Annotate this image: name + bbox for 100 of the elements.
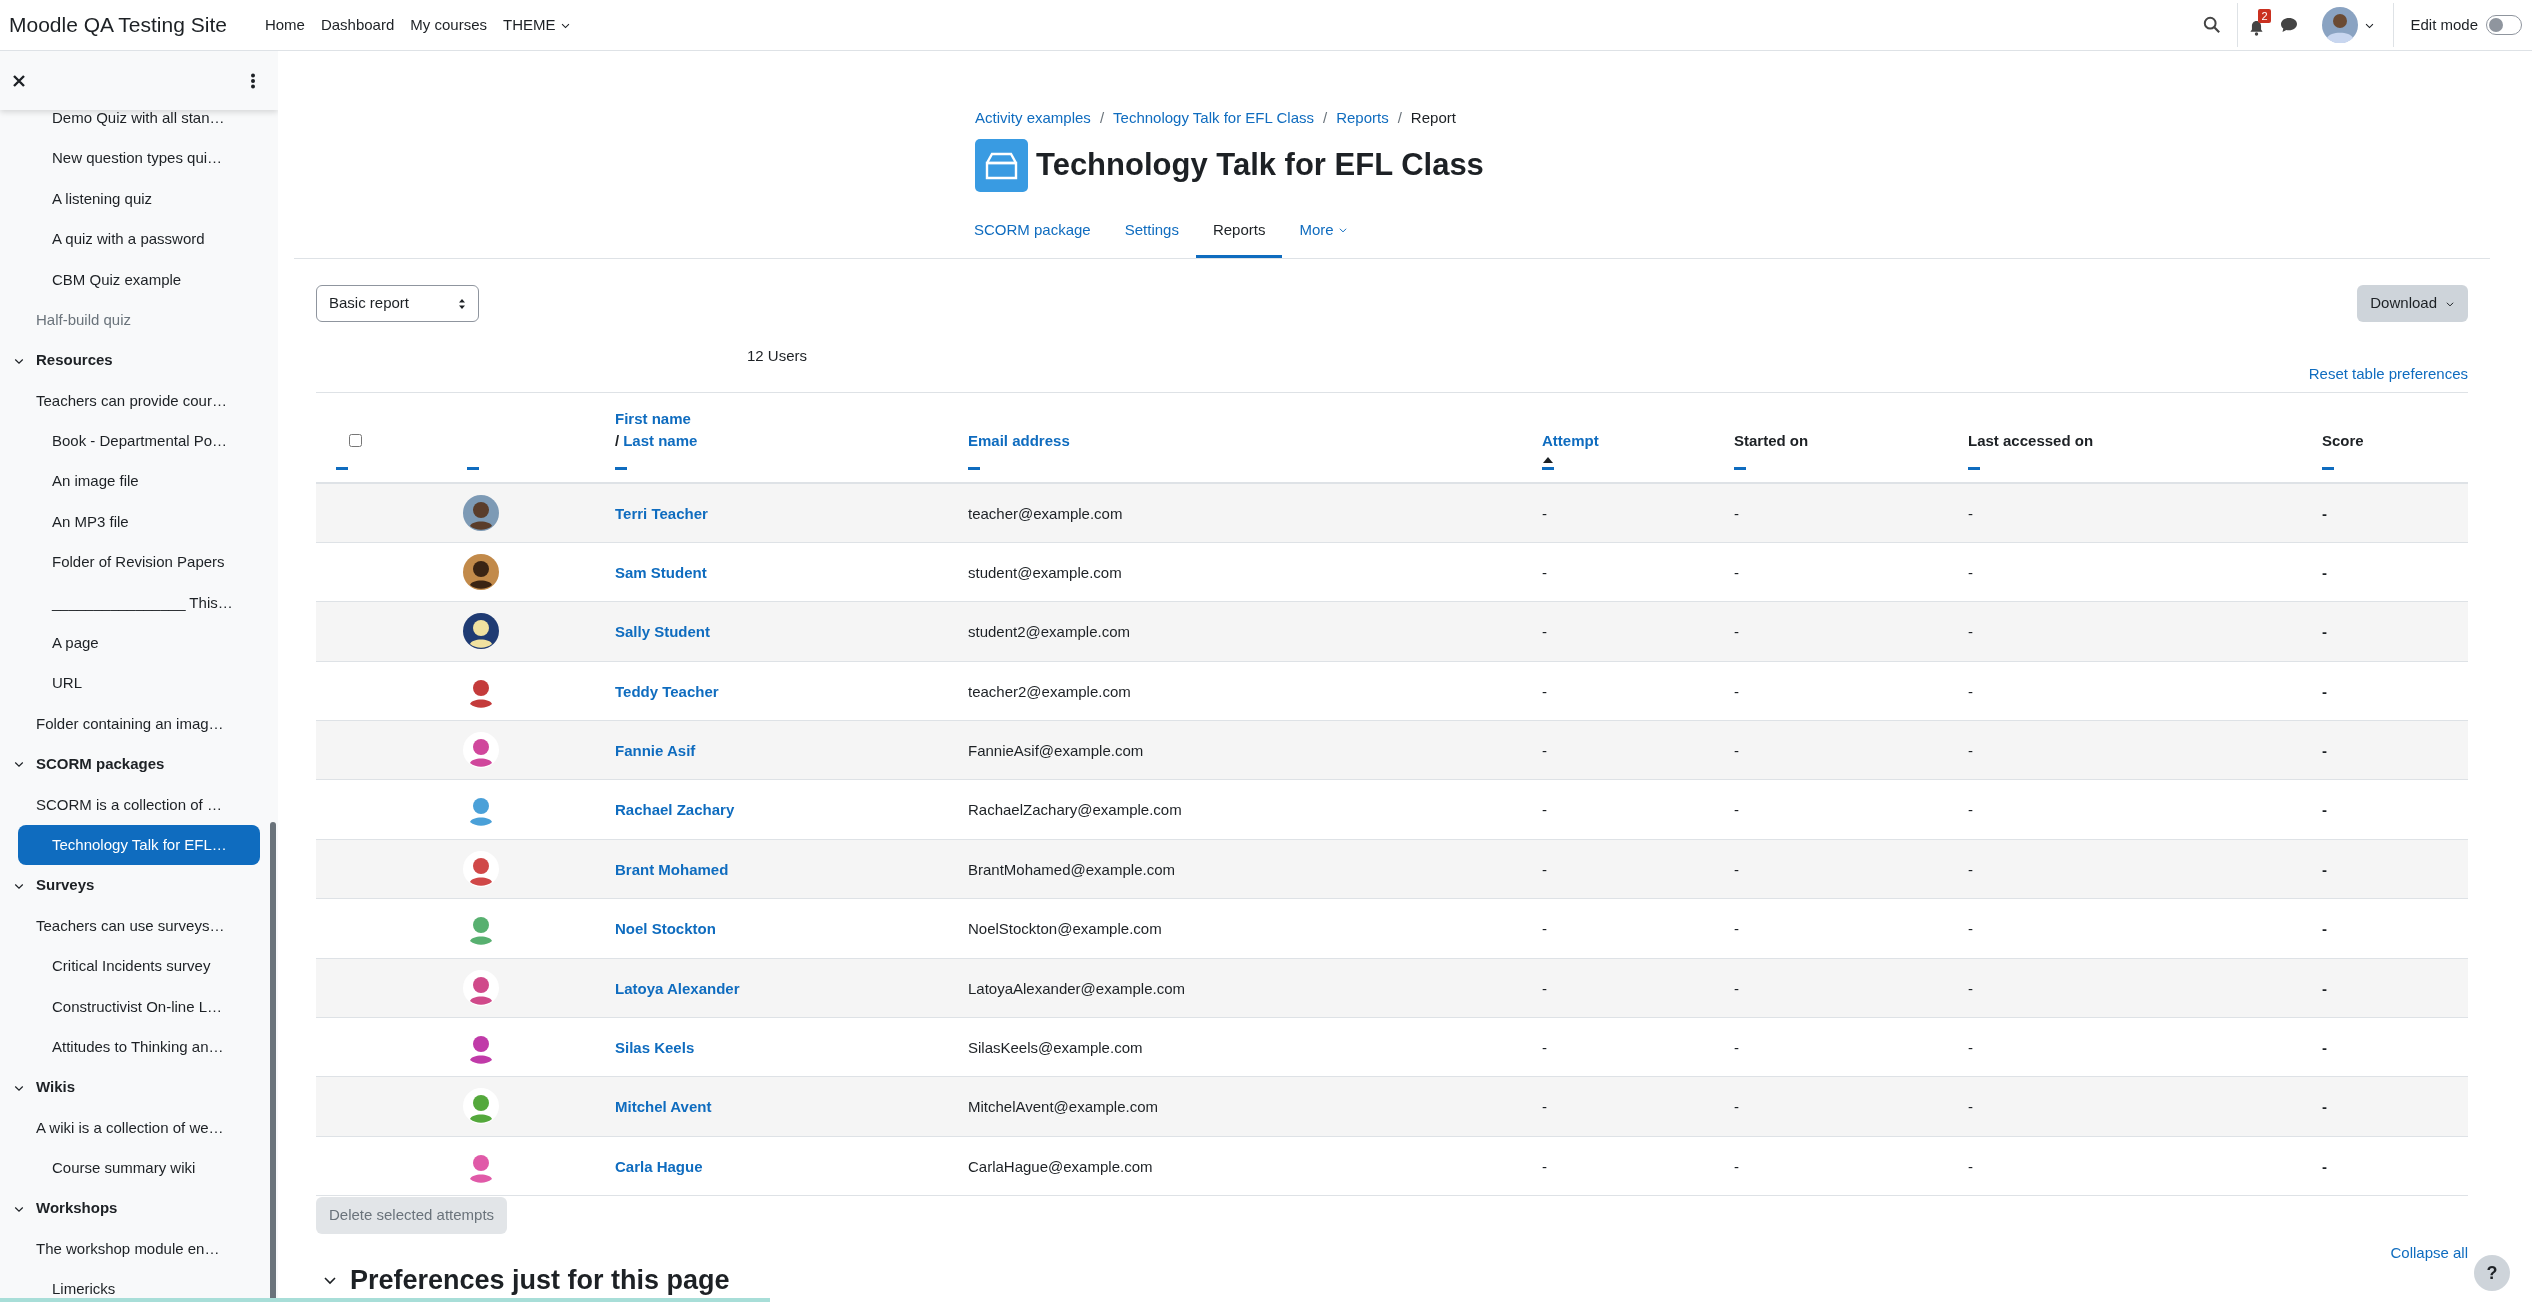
sidebar-item[interactable]: Book - Departmental Po… — [52, 430, 228, 453]
page-title: Technology Talk for EFL Class — [1036, 146, 1484, 185]
edit-mode-toggle[interactable] — [2486, 15, 2522, 35]
sidebar-item[interactable]: An image file — [52, 470, 139, 493]
column-header: Last accessed on — [1968, 431, 2095, 451]
nav-link[interactable]: Home — [256, 13, 313, 37]
sidebar-item[interactable]: Folder containing an imag… — [36, 712, 224, 736]
tab[interactable]: Settings — [1107, 205, 1196, 258]
breadcrumb-link[interactable]: Reports — [1336, 106, 1389, 130]
user-name-link[interactable]: Latoya Alexander — [615, 979, 740, 997]
user-name-link[interactable]: Carla Hague — [615, 1157, 703, 1175]
sidebar-item[interactable]: SCORM is a collection of … — [36, 793, 222, 817]
section-title[interactable]: Workshops — [36, 1197, 118, 1220]
chat-icon[interactable] — [2280, 17, 2299, 33]
table-cell: - — [1542, 1098, 1547, 1116]
nav-link[interactable]: THEME — [495, 13, 579, 37]
sidebar-item[interactable]: An MP3 file — [52, 510, 129, 534]
table-cell: - — [2322, 1157, 2327, 1175]
collapse-icon[interactable] — [968, 466, 980, 470]
avatar-icon[interactable] — [463, 613, 499, 650]
user-name-link[interactable]: Rachael Zachary — [615, 801, 735, 819]
table-cell: - — [1542, 801, 1547, 819]
nav-link[interactable]: My courses — [402, 13, 495, 37]
avatar-icon[interactable] — [463, 553, 499, 590]
nav-link[interactable]: Dashboard — [312, 13, 403, 37]
column-header-link[interactable]: Email address — [968, 430, 1530, 453]
collapse-all-link[interactable]: Collapse all — [2390, 1242, 2468, 1265]
table-cell: - — [1734, 1098, 1739, 1116]
column-header: Score — [2322, 431, 2365, 451]
section-title[interactable]: Resources — [36, 349, 113, 372]
sidebar-item[interactable]: Course summary wiki — [52, 1157, 196, 1180]
sidebar-item[interactable]: Teachers can provide cour… — [36, 389, 227, 413]
sidebar-item[interactable]: A page — [52, 632, 99, 655]
table-cell: - — [2322, 801, 2327, 819]
sidebar-item[interactable]: Limericks — [52, 1278, 116, 1301]
sidebar-item[interactable]: Constructivist On-line L… — [52, 995, 223, 1019]
table-cell: - — [1968, 979, 1973, 997]
table-cell: - — [1968, 801, 1973, 819]
user-name-link[interactable]: Sam Student — [615, 563, 707, 581]
tab[interactable]: More — [1282, 205, 1365, 258]
help-button[interactable]: ? — [2474, 1255, 2510, 1291]
avatar-icon[interactable] — [463, 494, 499, 531]
sidebar-item[interactable]: Demo Quiz with all stan… — [52, 106, 225, 130]
section-heading: Preferences just for this page — [350, 1264, 730, 1295]
breadcrumb-link[interactable]: Activity examples — [975, 106, 1091, 130]
sidebar-item[interactable]: Teachers can use surveys… — [36, 914, 225, 938]
user-name-link[interactable]: Teddy Teacher — [615, 682, 719, 700]
table-cell: - — [1542, 742, 1547, 760]
section-title[interactable]: Wikis — [36, 1076, 76, 1099]
select-all-checkbox[interactable] — [349, 433, 362, 447]
tab[interactable]: Reports — [1195, 205, 1283, 258]
column-header-link[interactable]: Attempt — [1542, 430, 1722, 453]
sidebar-item[interactable]: Folder of Revision Papers — [52, 551, 225, 574]
column-header: Started on — [1734, 431, 1810, 451]
close-icon[interactable] — [12, 73, 26, 88]
edit-mode-label: Edit mode — [2410, 14, 2478, 35]
sidebar-item[interactable]: A listening quiz — [52, 187, 153, 211]
search-icon[interactable] — [2203, 16, 2222, 34]
sidebar-item[interactable]: URL — [52, 672, 82, 695]
reset-table-preferences-link[interactable]: Reset table preferences — [2308, 363, 2468, 386]
site-name[interactable]: Moodle QA Testing Site — [9, 9, 227, 41]
collapse-icon[interactable] — [615, 466, 627, 470]
report-select[interactable]: Basic report — [316, 285, 479, 322]
sidebar-item[interactable]: CBM Quiz example — [52, 268, 182, 291]
user-name-link[interactable]: Brant Mohamed — [615, 860, 729, 878]
user-name-link[interactable]: Terri Teacher — [615, 504, 708, 522]
sidebar-item[interactable]: Critical Incidents survey — [52, 955, 211, 978]
user-name-link[interactable]: Sally Student — [615, 623, 711, 641]
breadcrumb-link[interactable]: Technology Talk for EFL Class — [1113, 106, 1314, 130]
avatar-icon[interactable] — [2322, 7, 2359, 43]
section-title[interactable]: Surveys — [36, 874, 95, 897]
table-cell: - — [1734, 504, 1739, 522]
sidebar-item[interactable]: New question types qui… — [52, 147, 223, 170]
collapse-icon[interactable] — [336, 466, 348, 470]
sidebar-item[interactable]: A wiki is a collection of we… — [36, 1116, 224, 1140]
collapse-icon[interactable] — [1968, 466, 1980, 470]
collapse-icon[interactable] — [2322, 466, 2334, 470]
download-button[interactable]: Download — [2357, 285, 2468, 322]
collapse-icon[interactable] — [467, 466, 479, 470]
user-name-link[interactable]: Noel Stockton — [615, 920, 716, 938]
sidebar-item[interactable]: Attitudes to Thinking an… — [52, 1035, 224, 1059]
more-options-icon[interactable] — [250, 72, 256, 89]
collapse-icon[interactable] — [1542, 466, 1554, 470]
sidebar-item[interactable]: A quiz with a password — [52, 228, 205, 251]
user-name-link[interactable]: Fannie Asif — [615, 742, 696, 760]
section-title[interactable]: SCORM packages — [36, 753, 165, 776]
sidebar-item[interactable]: ________________ This… — [52, 591, 233, 615]
column-header-link[interactable]: First name — [615, 407, 956, 430]
table-cell: - — [1542, 920, 1547, 938]
sidebar-item[interactable]: Technology Talk for EFL… — [18, 825, 260, 866]
table-cell: - — [2322, 563, 2327, 581]
user-name-link[interactable]: Silas Keels — [615, 1039, 695, 1056]
table-cell: - — [1734, 920, 1739, 938]
tab[interactable]: SCORM package — [957, 205, 1108, 258]
sidebar-item[interactable]: The workshop module en… — [36, 1237, 220, 1261]
collapse-icon[interactable] — [1734, 466, 1746, 470]
column-header-link[interactable]: Last name — [623, 430, 698, 453]
sidebar-item[interactable]: Half-build quiz — [36, 308, 132, 332]
sort-icon — [458, 297, 466, 310]
user-name-link[interactable]: Mitchel Avent — [615, 1098, 712, 1116]
